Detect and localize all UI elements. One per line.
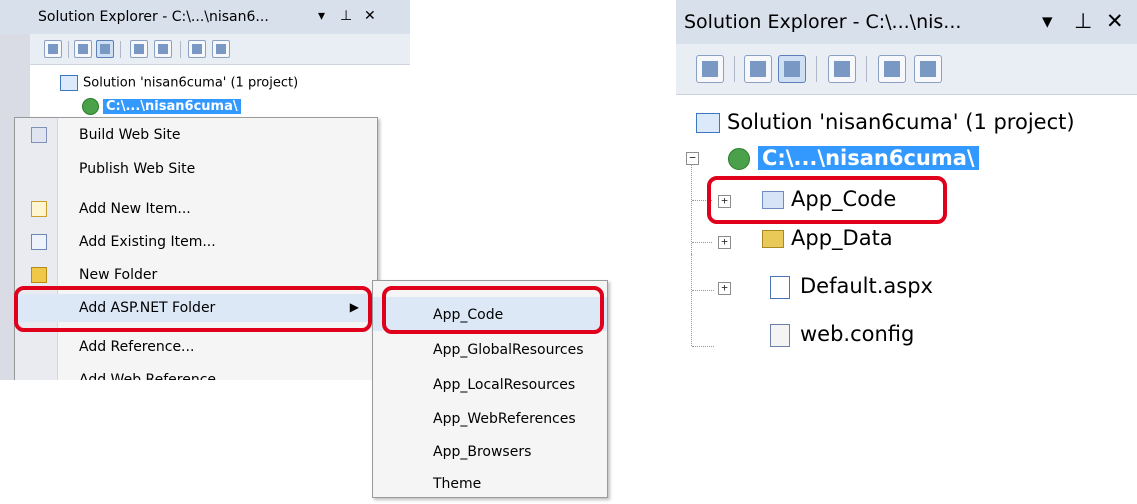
aspnet-config-icon[interactable]	[212, 40, 230, 58]
left-toolbar	[30, 34, 410, 65]
folder-icon	[31, 267, 47, 283]
menu-item-add-web-reference[interactable]: Add Web Reference	[15, 366, 377, 380]
collapse-icon[interactable]: −	[686, 152, 699, 165]
menu-item-label: Add Existing Item...	[79, 234, 216, 250]
solution-label: Solution 'nisan6cuma' (1 project)	[727, 110, 1075, 134]
tree-connector	[691, 254, 692, 346]
menu-item-label: New Folder	[79, 267, 158, 283]
solution-icon	[60, 75, 78, 91]
toolbar-separator	[866, 56, 867, 82]
project-label: C:\...\nisan6cuma\	[758, 146, 979, 170]
tree-connector	[692, 346, 714, 347]
aspx-page-icon	[770, 275, 790, 299]
context-menu: Build Web Site Publish Web Site Add New …	[14, 117, 378, 380]
copy-web-site-icon[interactable]	[188, 40, 206, 58]
menu-item-publish-web-site[interactable]: Publish Web Site	[15, 155, 377, 183]
highlight-app-code-node	[707, 176, 947, 224]
expand-icon[interactable]: +	[718, 236, 731, 249]
website-icon	[728, 148, 750, 170]
toolbar-separator	[180, 41, 181, 58]
toolbar-separator	[120, 41, 121, 58]
submenu-item-app-globalresources[interactable]: App_GlobalResources	[373, 332, 607, 366]
submenu-item-app-localresources[interactable]: App_LocalResources	[373, 367, 607, 401]
website-icon	[82, 98, 99, 115]
pin-icon[interactable]: ⊥	[1074, 9, 1092, 33]
view-designer-icon[interactable]	[154, 40, 172, 58]
left-titlebar: Solution Explorer - C:\...\nisan6... ▾ ⊥…	[0, 0, 410, 34]
submenu-item-label: Theme	[433, 476, 482, 492]
refresh-icon[interactable]	[744, 55, 772, 83]
submenu-item-app-webreferences[interactable]: App_WebReferences	[373, 401, 607, 435]
tree-item-web-config[interactable]: web.config	[770, 322, 914, 347]
left-window-title: Solution Explorer - C:\...\nisan6...	[38, 9, 269, 25]
tree-item-app-data[interactable]: App_Data	[762, 226, 893, 250]
menu-item-add-reference[interactable]: Add Reference...	[15, 333, 377, 361]
app-data-folder-icon	[762, 230, 784, 248]
refresh-icon[interactable]	[74, 40, 92, 58]
submenu-item-label: App_LocalResources	[433, 377, 576, 393]
pin-icon[interactable]: ⊥	[340, 8, 352, 24]
toolbar-separator	[68, 41, 69, 58]
menu-item-new-folder[interactable]: New Folder	[15, 261, 377, 289]
item-label: Default.aspx	[800, 274, 933, 298]
existing-item-icon	[31, 234, 47, 250]
item-label: App_Data	[791, 226, 893, 250]
tree-item-solution[interactable]: Solution 'nisan6cuma' (1 project)	[60, 75, 298, 91]
close-icon[interactable]: ✕	[364, 8, 376, 24]
tree-item-default-aspx[interactable]: Default.aspx	[770, 274, 933, 299]
view-code-icon[interactable]	[130, 40, 148, 58]
menu-item-label: Add Reference...	[79, 339, 195, 355]
properties-icon[interactable]	[696, 55, 724, 83]
menu-item-label: Add New Item...	[79, 201, 191, 217]
class-view-icon[interactable]	[828, 55, 856, 83]
tree-item-project[interactable]: C:\...\nisan6cuma\	[82, 98, 241, 115]
build-icon	[31, 127, 47, 143]
nest-related-files-icon[interactable]	[778, 55, 806, 83]
dropdown-icon[interactable]: ▾	[1042, 9, 1053, 33]
tree-connector	[692, 290, 714, 291]
left-solution-tree: Solution 'nisan6cuma' (1 project) C:\...…	[30, 65, 410, 125]
menu-item-build-web-site[interactable]: Build Web Site	[15, 121, 377, 149]
submenu-item-theme[interactable]: Theme	[373, 466, 607, 500]
new-item-icon	[31, 201, 47, 217]
right-window-title: Solution Explorer - C:\...\nis...	[684, 11, 962, 33]
copy-web-site-icon[interactable]	[878, 55, 906, 83]
submenu-item-label: App_WebReferences	[433, 411, 576, 427]
right-titlebar: Solution Explorer - C:\...\nis... ▾ ⊥ ✕	[676, 0, 1137, 44]
item-label: web.config	[800, 322, 915, 346]
menu-item-label: Build Web Site	[79, 127, 181, 143]
tree-connector	[692, 242, 712, 243]
close-icon[interactable]: ✕	[1106, 9, 1124, 33]
toolbar-separator	[816, 56, 817, 82]
submenu-item-label: App_Browsers	[433, 444, 532, 460]
expand-icon[interactable]: +	[718, 282, 731, 295]
menu-item-label: Publish Web Site	[79, 161, 196, 177]
right-toolbar	[676, 44, 1137, 95]
solution-icon	[696, 113, 720, 133]
project-label: C:\...\nisan6cuma\	[103, 99, 241, 114]
tree-item-project[interactable]: C:\...\nisan6cuma\	[728, 146, 979, 170]
menu-item-add-new-item[interactable]: Add New Item...	[15, 195, 377, 223]
menu-item-label: Add Web Reference	[79, 372, 217, 380]
properties-icon[interactable]	[44, 40, 62, 58]
nest-related-files-icon[interactable]	[96, 40, 114, 58]
highlight-add-aspnet-folder	[14, 286, 372, 332]
menu-item-add-existing-item[interactable]: Add Existing Item...	[15, 228, 377, 256]
submenu-item-app-browsers[interactable]: App_Browsers	[373, 434, 607, 468]
config-file-icon	[770, 323, 790, 347]
submenu-item-label: App_GlobalResources	[433, 342, 584, 358]
toolbar-separator	[734, 56, 735, 82]
tree-item-solution[interactable]: Solution 'nisan6cuma' (1 project)	[696, 110, 1075, 134]
highlight-submenu-app-code	[382, 286, 604, 334]
dropdown-icon[interactable]: ▾	[318, 8, 325, 24]
solution-label: Solution 'nisan6cuma' (1 project)	[83, 75, 299, 91]
aspnet-config-icon[interactable]	[914, 55, 942, 83]
